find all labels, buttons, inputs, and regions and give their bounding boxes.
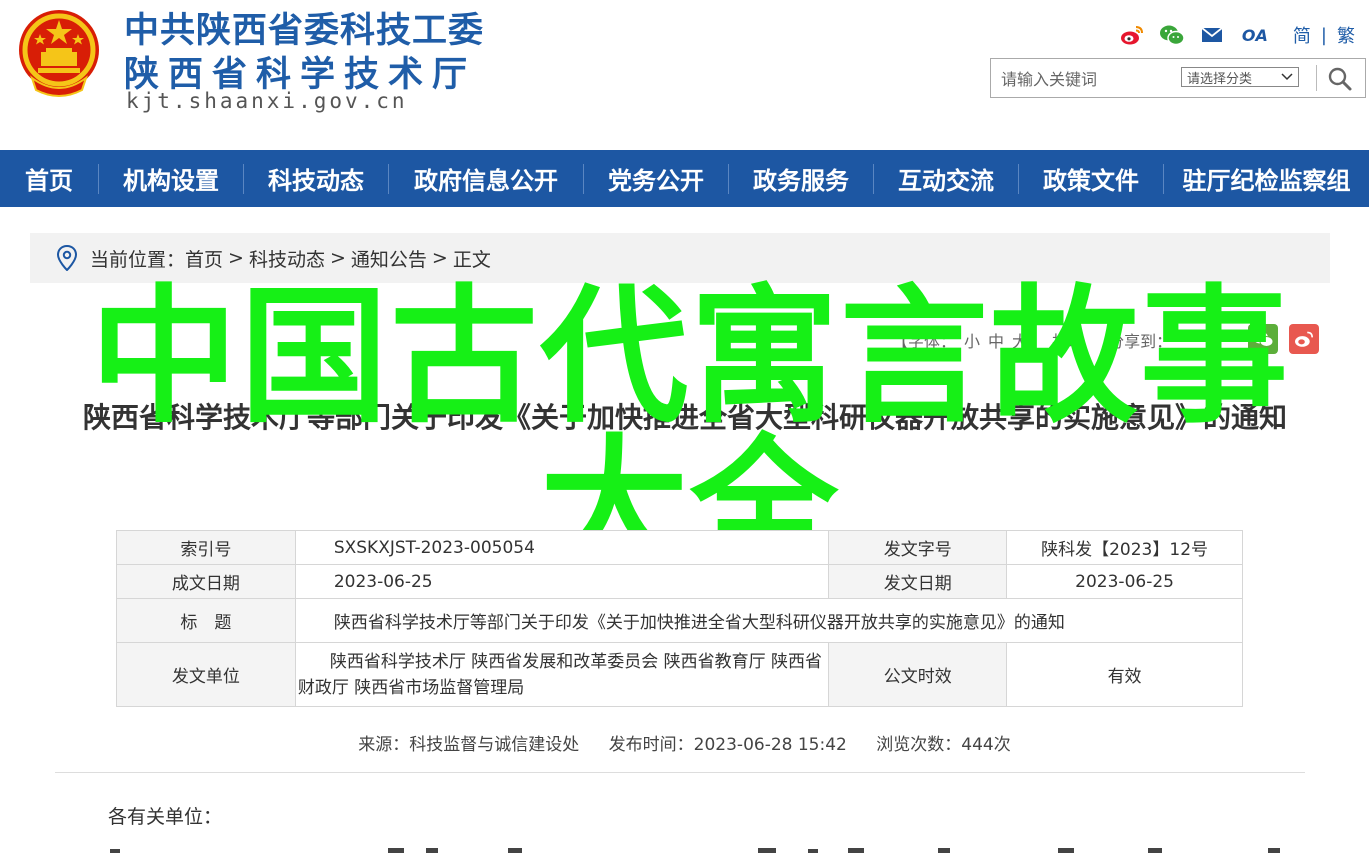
weibo-icon[interactable] (1119, 22, 1145, 48)
breadcrumb-current: 正文 (452, 248, 491, 271)
breadcrumb-separator: > (329, 247, 346, 269)
search-divider (1316, 65, 1317, 91)
index-label: 索引号 (116, 530, 296, 565)
breadcrumb-separator: > (431, 247, 448, 269)
mail-icon[interactable] (1199, 22, 1225, 48)
site-header: 中共陕西省委科技工委 陕西省科学技术厅 kjt.shaanxi.gov.cn O… (0, 0, 1369, 150)
share-label: 分享到： (1108, 332, 1173, 351)
article-view-count: 浏览次数：444次 (876, 735, 1011, 755)
lang-traditional-link[interactable]: 繁 (1337, 22, 1355, 48)
breadcrumb: 当前位置： 首页 > 科技动态 > 通知公告 > 正文 (30, 233, 1330, 283)
oa-label: OA (1241, 25, 1268, 45)
font-size-large[interactable]: 大 (1012, 328, 1028, 352)
nav-organization[interactable]: 机构设置 (99, 150, 243, 207)
category-select-value: 请选择分类 (1187, 71, 1253, 87)
top-toolbar: OA 简 | 繁 (1105, 20, 1355, 50)
breadcrumb-separator: > (228, 247, 244, 269)
nav-interaction[interactable]: 互动交流 (874, 150, 1018, 207)
divider (55, 772, 1305, 773)
lang-separator: | (1320, 24, 1327, 46)
nav-discipline-inspection[interactable]: 驻厅纪检监察组 (1164, 150, 1369, 207)
article-meta: 来源：科技监督与诚信建设处 发布时间：2023-06-28 15:42 浏览次数… (0, 730, 1369, 755)
index-value: SXSKXJST-2023-005054 (294, 530, 830, 565)
table-row: 成文日期 2023-06-25 发文日期 2023-06-25 (116, 564, 1243, 599)
share-weibo-icon[interactable] (1289, 324, 1319, 354)
font-size-small[interactable]: 小 (964, 328, 980, 352)
breadcrumb-news[interactable]: 科技动态 (249, 245, 325, 272)
nav-policy-docs[interactable]: 政策文件 (1019, 150, 1163, 207)
created-date-label: 成文日期 (116, 564, 296, 599)
breadcrumb-home[interactable]: 首页 (185, 245, 223, 272)
print-link[interactable]: 打印 (1052, 328, 1084, 352)
nav-home[interactable]: 首页 (0, 150, 98, 207)
breadcrumb-prefix: 当前位置： (90, 248, 186, 271)
search-button[interactable] (1325, 64, 1355, 94)
clipped-text-line (110, 848, 1280, 853)
font-size-medium[interactable]: 中 (988, 328, 1004, 352)
issuing-unit-label: 发文单位 (116, 642, 296, 707)
article-publish-time: 发布时间：2023-06-28 15:42 (608, 735, 847, 755)
article-salutation: 各有关单位： (108, 806, 223, 828)
created-date-value: 2023-06-25 (294, 564, 830, 599)
title-label: 标 题 (116, 598, 296, 643)
docno-label: 发文字号 (828, 530, 1008, 565)
search-input[interactable] (1001, 67, 1171, 91)
validity-value: 有效 (1006, 642, 1243, 707)
table-row: 发文单位 陕西省科学技术厅 陕西省发展和改革委员会 陕西省教育厅 陕西省财政厅 … (116, 642, 1243, 707)
location-pin-icon (56, 245, 78, 271)
font-size-close: 】 (1028, 332, 1045, 351)
article-title: 陕西省科学技术厅等部门关于印发《关于加快推进全省大型科研仪器开放共享的实施意见》… (82, 401, 1287, 434)
search-icon (1328, 67, 1352, 91)
issued-date-value: 2023-06-25 (1006, 564, 1243, 599)
nav-gov-info[interactable]: 政府信息公开 (389, 150, 583, 207)
validity-label: 公文时效 (828, 642, 1008, 707)
title-value: 陕西省科学技术厅等部门关于印发《关于加快推进全省大型科研仪器开放共享的实施意见》… (294, 598, 1244, 643)
category-select[interactable]: 请选择分类 (1181, 67, 1299, 87)
lang-simplified-link[interactable]: 简 (1293, 22, 1311, 48)
font-size-label: 【字体： (892, 332, 957, 351)
table-row: 标 题 陕西省科学技术厅等部门关于印发《关于加快推进全省大型科研仪器开放共享的实… (116, 598, 1244, 643)
search-box: 请选择分类 (990, 58, 1366, 98)
nav-gov-services[interactable]: 政务服务 (729, 150, 873, 207)
document-info-table: 索引号 SXSKXJST-2023-005054 发文字号 陕科发【2023】1… (116, 530, 1244, 707)
national-emblem-logo[interactable] (16, 6, 102, 98)
article-tools: 【字体： 小 中 大 】 打印 分享到： (892, 325, 1172, 355)
breadcrumb-notices[interactable]: 通知公告 (351, 245, 427, 272)
docno-value: 陕科发【2023】12号 (1006, 530, 1243, 565)
nav-news[interactable]: 科技动态 (244, 150, 388, 207)
share-wechat-icon[interactable] (1248, 324, 1278, 354)
issued-date-label: 发文日期 (828, 564, 1008, 599)
issuing-unit-value: 陕西省科学技术厅 陕西省发展和改革委员会 陕西省教育厅 陕西省财政厅 陕西省市场… (294, 642, 830, 707)
nav-party-affairs[interactable]: 党务公开 (584, 150, 728, 207)
chevron-down-icon (1281, 73, 1293, 81)
site-url: kjt.shaanxi.gov.cn (126, 89, 408, 113)
table-row: 索引号 SXSKXJST-2023-005054 发文字号 陕科发【2023】1… (116, 530, 1243, 565)
oa-icon[interactable]: OA (1239, 22, 1271, 48)
wechat-icon[interactable] (1159, 22, 1185, 48)
article-source: 来源：科技监督与诚信建设处 (358, 735, 580, 755)
main-nav: 首页 机构设置 科技动态 政府信息公开 党务公开 政务服务 互动交流 政策文件 … (0, 150, 1369, 207)
